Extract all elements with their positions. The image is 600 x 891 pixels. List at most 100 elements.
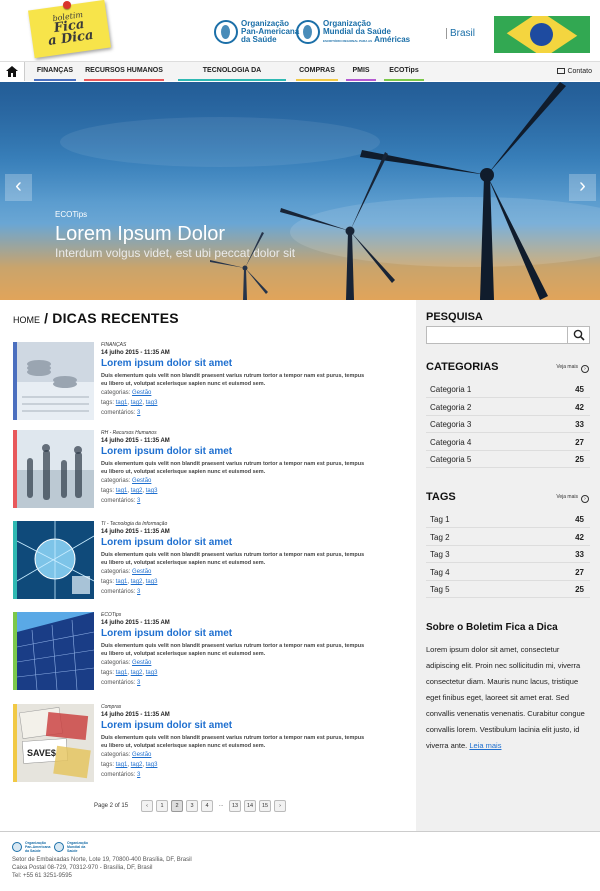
comments-count-link[interactable]: 3: [137, 498, 140, 504]
tag-link[interactable]: tag2: [131, 579, 143, 585]
nav-item-ti[interactable]: TECNOLOGIA DA INFORMAÇÃO: [178, 62, 286, 91]
post-categories: categorias: Gestão: [101, 476, 401, 486]
categories-row[interactable]: Categoria 4 27: [426, 434, 590, 451]
footer-phone: Tel: +55 61 3251-9595: [12, 873, 72, 879]
nav-item-pmis[interactable]: PMIS: [346, 62, 376, 81]
about-read-more-link[interactable]: Leia mais: [469, 741, 501, 750]
category-link[interactable]: Gestão: [132, 390, 151, 396]
tags-row[interactable]: Tag 1 45: [426, 511, 590, 528]
footer-address-line2: Caixa Postal 08-729, 70312-970 - Brasíli…: [12, 865, 153, 871]
hero-subtitle: Interdum volgus videt, est ubi peccat do…: [55, 246, 296, 260]
categories-row[interactable]: Categoria 5 25: [426, 451, 590, 469]
nav-item-financas[interactable]: FINANÇAS: [34, 62, 76, 81]
globe-icon: [214, 20, 238, 44]
post-title[interactable]: Lorem ipsum dolor sit amet: [101, 358, 401, 370]
tag-link[interactable]: tag2: [131, 488, 143, 494]
tags-row[interactable]: Tag 4 27: [426, 564, 590, 581]
post-title[interactable]: Lorem ipsum dolor sit amet: [101, 720, 401, 732]
page-3-button[interactable]: 3: [186, 800, 199, 812]
tags-name: Tag 4: [430, 567, 450, 577]
post-title[interactable]: Lorem ipsum dolor sit amet: [101, 537, 401, 549]
categories-name: Categoria 1: [430, 385, 472, 394]
categories-name: Categoria 4: [430, 437, 472, 447]
categories-row[interactable]: Categoria 2 42: [426, 399, 590, 416]
page-15-button[interactable]: 15: [259, 800, 272, 812]
opas-logo[interactable]: Organização Pan-Americana da Saúde: [214, 17, 299, 47]
post-excerpt: Duis elementum quis velit non blandit pr…: [101, 552, 365, 566]
comments-count-link[interactable]: 3: [137, 589, 140, 595]
post-card: FINANÇAS 14 julho 2015 - 11:35 AM Lorem ip…: [13, 342, 413, 420]
tag-link[interactable]: tag1: [116, 579, 128, 585]
pagination-ellipsis: ···: [218, 803, 224, 809]
tag-link[interactable]: tag1: [116, 670, 128, 676]
categories-count: 33: [575, 420, 584, 430]
tag-link[interactable]: tag1: [116, 762, 128, 768]
pagination-next-button[interactable]: ›: [274, 800, 287, 812]
post-thumbnail[interactable]: [13, 521, 94, 599]
tags-more-link[interactable]: Veja mais ›: [556, 494, 589, 503]
home-icon: [6, 66, 18, 77]
page-2-button[interactable]: 2: [171, 800, 184, 812]
slider-prev-button[interactable]: ‹: [5, 174, 32, 201]
nav-home[interactable]: [0, 62, 25, 81]
categories-row[interactable]: Categoria 1 45: [426, 381, 590, 398]
post-title[interactable]: Lorem ipsum dolor sit amet: [101, 628, 401, 640]
comments-count-link[interactable]: 3: [137, 410, 140, 416]
page-14-button[interactable]: 14: [244, 800, 257, 812]
tag-link[interactable]: tag2: [131, 670, 143, 676]
search-input[interactable]: [427, 327, 567, 343]
tag-link[interactable]: tag3: [146, 400, 158, 406]
categories-row[interactable]: Categoria 3 33: [426, 416, 590, 434]
comments-label: comentários:: [101, 410, 136, 416]
footer-org2: Organização Mundial da Saúde: [67, 841, 89, 853]
tags-row[interactable]: Tag 2 42: [426, 529, 590, 546]
page-4-button[interactable]: 4: [201, 800, 214, 812]
post-comments: comentários: 3: [101, 770, 401, 780]
tag-link[interactable]: tag3: [146, 762, 158, 768]
post-date: 14 julho 2015 - 11:35 AM: [101, 529, 170, 535]
category-link[interactable]: Gestão: [132, 752, 151, 758]
category-link[interactable]: Gestão: [132, 478, 151, 484]
nav-item-compras[interactable]: COMPRAS: [296, 62, 338, 81]
country-label: Brasil: [446, 28, 475, 39]
about-text: Lorem ipsum dolor sit amet, consectetur …: [426, 642, 594, 754]
search-button[interactable]: [567, 327, 589, 343]
about-title: Sobre o Boletim Fica a Dica: [426, 622, 558, 633]
page-1-button[interactable]: 1: [156, 800, 169, 812]
post-thumbnail[interactable]: [13, 612, 94, 690]
oms-logo[interactable]: Organização Mundial da Saúde ESCRITÓRIO …: [296, 17, 410, 47]
tags-label: tags:: [101, 579, 115, 585]
categories-more-link[interactable]: Veja mais ›: [556, 364, 589, 373]
category-link[interactable]: Gestão: [132, 569, 151, 575]
post-thumbnail[interactable]: [13, 430, 94, 508]
nav-item-ecotips[interactable]: ECOTips: [384, 62, 424, 81]
site-header: boletim Fica a Dica Organização Pan-Amer…: [0, 0, 600, 60]
categories-label: categorias:: [101, 752, 131, 758]
pagination-prev-button[interactable]: ‹: [141, 800, 154, 812]
nav-item-recursos-humanos[interactable]: RECURSOS HUMANOS: [84, 62, 164, 81]
tag-link[interactable]: tag3: [146, 488, 158, 494]
page-13-button[interactable]: 13: [229, 800, 242, 812]
tags-label: tags:: [101, 670, 115, 676]
post-tags: tags: tag1, tag2, tag3: [101, 400, 158, 406]
post-thumbnail[interactable]: SAVE$: [13, 704, 94, 782]
tags-row[interactable]: Tag 3 33: [426, 546, 590, 564]
post-title[interactable]: Lorem ipsum dolor sit amet: [101, 446, 401, 458]
boletim-logo[interactable]: boletim Fica a Dica: [28, 0, 111, 59]
tag-link[interactable]: tag2: [131, 400, 143, 406]
contact-link[interactable]: Contato: [557, 62, 592, 81]
comments-count-link[interactable]: 3: [137, 772, 140, 778]
tag-link[interactable]: tag3: [146, 670, 158, 676]
slider-next-button[interactable]: ›: [569, 174, 596, 201]
tag-link[interactable]: tag1: [116, 488, 128, 494]
tag-link[interactable]: tag2: [131, 762, 143, 768]
tags-row[interactable]: Tag 5 25: [426, 581, 590, 599]
comments-count-link[interactable]: 3: [137, 680, 140, 686]
tag-link[interactable]: tag3: [146, 579, 158, 585]
hero-title[interactable]: Lorem Ipsum Dolor: [55, 223, 225, 246]
post-thumbnail[interactable]: [13, 342, 94, 420]
breadcrumb-home[interactable]: HOME: [13, 315, 40, 325]
tag-link[interactable]: tag1: [116, 400, 128, 406]
categories-name: Categoria 2: [430, 402, 472, 412]
category-link[interactable]: Gestão: [132, 660, 151, 666]
